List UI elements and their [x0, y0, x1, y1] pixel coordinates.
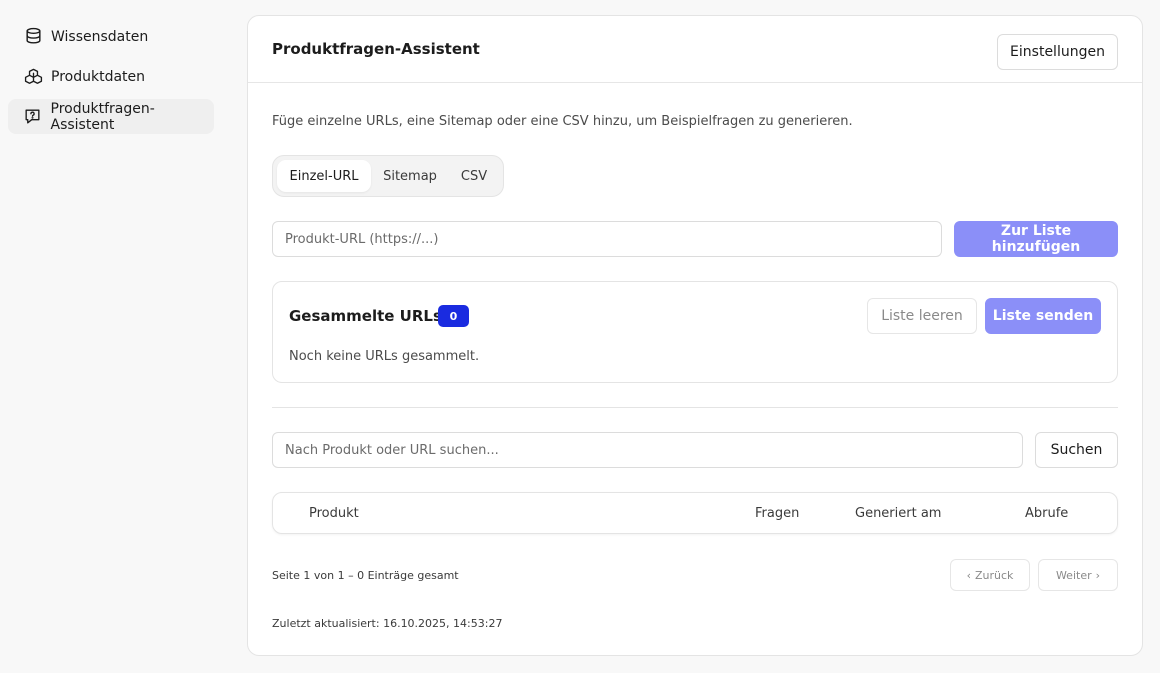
next-label: Weiter — [1055, 568, 1092, 582]
message-question-icon — [23, 107, 43, 127]
page-title: Produktfragen-Assistent — [272, 40, 480, 58]
column-header-generiert-am[interactable]: Generiert am — [855, 506, 941, 521]
previous-label: Zurück — [974, 568, 1014, 582]
empty-state-text: Noch keine URLs gesammelt. — [289, 349, 480, 364]
sidebar-item-label: Produktfragen-Assistent — [50, 100, 155, 133]
collected-urls-title: Gesammelte URLs — [289, 307, 442, 325]
column-header-abrufe[interactable]: Abrufe — [1025, 506, 1068, 521]
card-header: Produktfragen-Assistent Einstellungen — [248, 16, 1142, 83]
search-input[interactable] — [272, 432, 1023, 468]
column-header-fragen[interactable]: Fragen — [755, 506, 799, 521]
tab-einzel-url[interactable]: Einzel-URL — [277, 160, 371, 192]
add-to-list-button[interactable]: Zur Liste hinzufügen — [954, 221, 1118, 257]
description: Füge einzelne URLs, eine Sitemap oder ei… — [272, 114, 853, 129]
sidebar: Wissensdaten Produktdaten Produktfragen-… — [0, 0, 232, 673]
search-button[interactable]: Suchen — [1035, 432, 1118, 468]
pagination-info: Seite 1 von 1 – 0 Einträge gesamt — [272, 569, 459, 582]
collected-urls-panel: Gesammelte URLs 0 Liste leeren Liste sen… — [272, 281, 1118, 383]
sidebar-item-label: Wissensdaten — [51, 28, 149, 45]
settings-button[interactable]: Einstellungen — [997, 34, 1118, 70]
sidebar-item-produktdaten[interactable]: Produktdaten — [8, 59, 214, 94]
last-updated: Zuletzt aktualisiert: 16.10.2025, 14:53:… — [272, 617, 503, 630]
column-header-produkt[interactable]: Produkt — [309, 506, 359, 521]
source-tabs: Einzel-URL Sitemap CSV — [272, 155, 504, 197]
database-icon — [23, 27, 43, 47]
clear-list-button[interactable]: Liste leeren — [867, 298, 977, 334]
count-badge: 0 — [438, 305, 469, 327]
sidebar-item-wissensdaten[interactable]: Wissensdaten — [8, 19, 214, 54]
sidebar-item-label: Produktdaten — [51, 68, 146, 85]
sidebar-item-produktfragen-assistent[interactable]: Produktfragen-Assistent — [8, 99, 214, 134]
send-list-button[interactable]: Liste senden — [985, 298, 1101, 334]
chevron-right-icon: › — [1095, 568, 1101, 582]
boxes-icon — [23, 67, 43, 87]
tab-csv[interactable]: CSV — [449, 160, 499, 192]
previous-page-button[interactable]: ‹ Zurück — [950, 559, 1030, 591]
chevron-left-icon: ‹ — [966, 568, 971, 582]
main-card: Produktfragen-Assistent Einstellungen Fü… — [247, 15, 1143, 656]
tab-sitemap[interactable]: Sitemap — [373, 160, 447, 192]
divider — [272, 407, 1118, 408]
results-table: Produkt Fragen Generiert am Abrufe — [272, 492, 1118, 534]
product-url-input[interactable] — [272, 221, 942, 257]
next-page-button[interactable]: Weiter › — [1038, 559, 1118, 591]
